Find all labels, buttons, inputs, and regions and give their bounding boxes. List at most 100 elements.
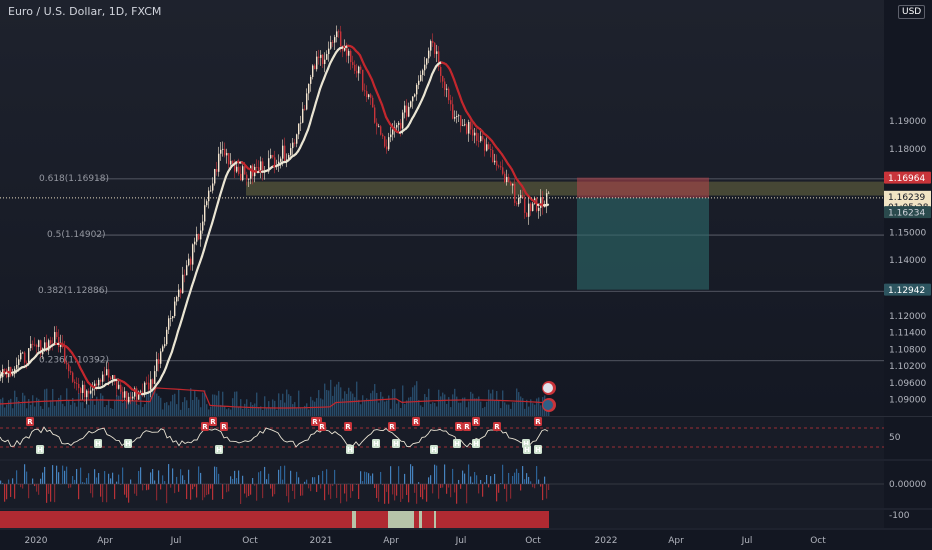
volume-bar — [392, 389, 394, 416]
candle-body — [32, 343, 34, 345]
candle-body — [20, 352, 22, 360]
chart-canvas[interactable]: 1.190001.180001.160001.150001.140001.120… — [0, 0, 932, 550]
histogram-bar — [430, 475, 432, 484]
volume-bar — [8, 400, 10, 416]
volume-bar — [506, 404, 508, 416]
volume-bar — [142, 407, 144, 416]
volume-bar — [360, 404, 362, 416]
candle-body — [110, 377, 112, 379]
histogram-bar — [250, 484, 252, 495]
candle-body — [410, 101, 412, 107]
volume-bar — [472, 393, 474, 416]
volume-bar — [186, 400, 188, 416]
event-flag-inner — [543, 383, 553, 393]
candle-body — [460, 115, 462, 126]
histogram-bar — [522, 466, 524, 484]
oscillator-marker: H — [37, 446, 43, 454]
volume-bar — [378, 402, 380, 416]
histogram-bar — [134, 484, 136, 494]
price-axis-tick: 1.12000 — [889, 312, 926, 322]
candle-body — [66, 363, 68, 365]
candle-body — [530, 203, 532, 212]
symbol-title[interactable]: Euro / U.S. Dollar, 1D, FXCM — [8, 5, 161, 18]
volume-bar — [364, 399, 366, 416]
volume-bar — [532, 403, 534, 416]
volume-bar — [342, 398, 344, 416]
volume-bar — [404, 403, 406, 416]
volume-bar — [432, 402, 434, 416]
candle-body — [16, 364, 18, 369]
volume-bar — [468, 401, 470, 416]
currency-badge[interactable]: USD — [898, 5, 926, 19]
volume-bar — [46, 388, 48, 416]
histogram-bar — [400, 484, 402, 502]
oscillator-marker: R — [494, 423, 500, 431]
candle-body — [544, 206, 546, 208]
candle-body — [112, 375, 114, 379]
candle-body — [324, 59, 326, 65]
histogram-bar — [420, 484, 422, 498]
histogram-axis-tick: 0.00000 — [889, 480, 926, 490]
histogram-bar — [88, 473, 90, 484]
candle-body — [412, 96, 414, 102]
candle-body — [152, 379, 154, 384]
histogram-bar — [10, 484, 12, 497]
volume-bar — [228, 408, 230, 416]
candle-body — [28, 348, 30, 364]
histogram-bar — [538, 479, 540, 484]
candle-body — [470, 122, 472, 130]
volume-bar — [510, 408, 512, 416]
histogram-bar — [108, 473, 110, 484]
histogram-bar — [64, 470, 66, 484]
histogram-bar — [426, 484, 428, 502]
volume-bar — [224, 406, 226, 416]
volume-bar — [330, 379, 332, 416]
volume-bar — [318, 390, 320, 416]
candle-body — [98, 379, 100, 386]
volume-bar — [136, 404, 138, 416]
volume-bar — [454, 388, 456, 416]
volume-bar — [252, 404, 254, 416]
histogram-bar — [226, 484, 228, 493]
volume-bar — [324, 383, 326, 416]
candle-body — [314, 65, 316, 70]
histogram-bar — [78, 484, 80, 500]
candle-body — [508, 176, 510, 183]
volume-bar — [288, 394, 290, 416]
volume-bar — [182, 402, 184, 416]
histogram-bar — [270, 484, 272, 489]
oscillator-pane-bg — [0, 417, 884, 459]
candle-body — [216, 169, 218, 172]
oscillator-marker: R — [312, 418, 318, 426]
histogram-bar — [294, 484, 296, 499]
volume-bar — [376, 392, 378, 416]
candle-body — [454, 117, 456, 119]
time-axis-tick: 2022 — [595, 536, 618, 546]
histogram-bar — [24, 464, 26, 484]
candle-body — [380, 126, 382, 135]
histogram-bar — [498, 484, 500, 493]
time-axis-tick: 2020 — [25, 536, 48, 546]
volume-bar — [90, 390, 92, 416]
volume-bar — [352, 393, 354, 416]
volume-bar — [440, 396, 442, 416]
chart-window: 1.190001.180001.160001.150001.140001.120… — [0, 0, 932, 550]
volume-bar — [368, 399, 370, 416]
volume-bar — [486, 401, 488, 416]
histogram-bar — [66, 466, 68, 484]
candle-body — [194, 241, 196, 245]
candle-body — [370, 94, 372, 98]
histogram-bar — [212, 484, 214, 500]
histogram-bar — [20, 484, 22, 488]
histogram-bar — [80, 467, 82, 484]
histogram-bar — [0, 480, 2, 484]
volume-bar — [442, 392, 444, 416]
volume-bar — [164, 402, 166, 416]
histogram-bar — [496, 484, 498, 502]
candle-body — [198, 234, 200, 240]
volume-bar — [146, 393, 148, 416]
event-flag-inner — [543, 400, 553, 410]
candle-body — [390, 134, 392, 138]
histogram-bar — [312, 477, 314, 484]
candle-body — [118, 384, 120, 389]
